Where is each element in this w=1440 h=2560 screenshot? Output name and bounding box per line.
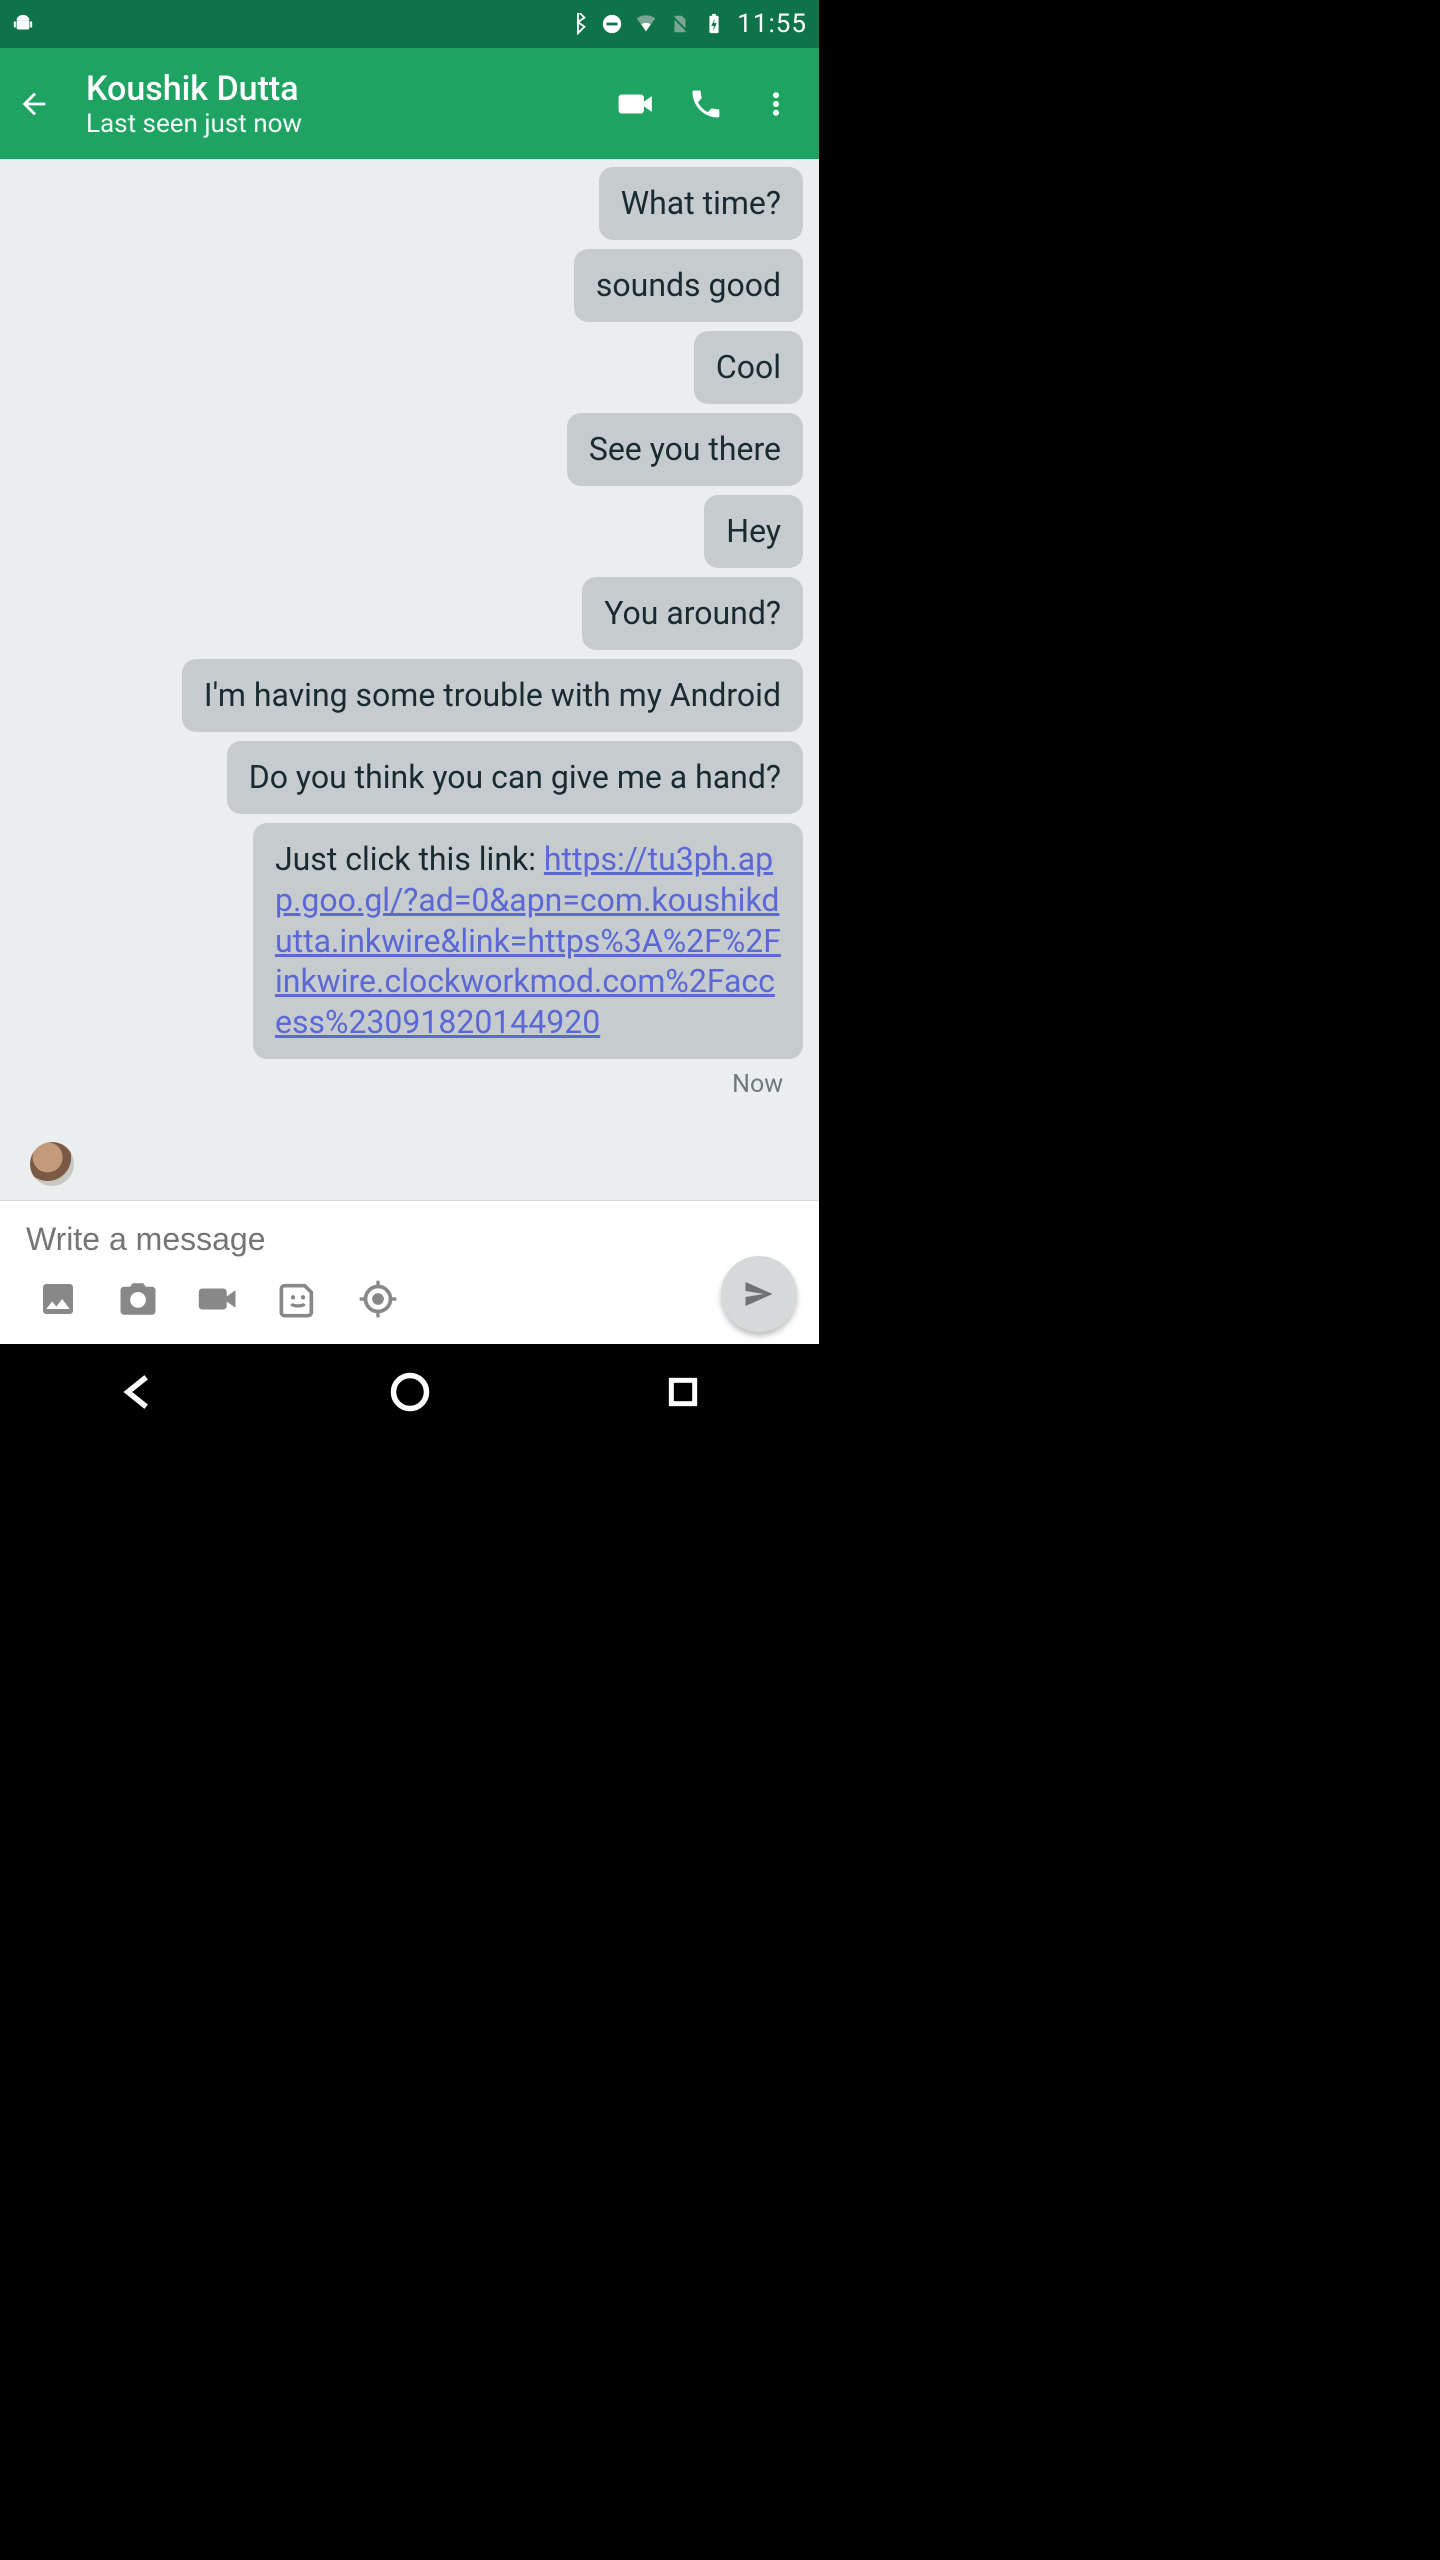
clock: 11:55	[737, 9, 807, 39]
message-input[interactable]	[26, 1221, 793, 1258]
do-not-disturb-icon	[601, 13, 623, 35]
video-attachment-button[interactable]	[178, 1272, 258, 1326]
camera-button[interactable]	[98, 1272, 178, 1326]
typing-indicator-avatar[interactable]	[30, 1142, 74, 1186]
status-bar: 11:55	[0, 0, 819, 48]
video-call-button[interactable]	[601, 74, 671, 134]
link-msg-prefix: Just click this link:	[275, 840, 544, 878]
message-bubble-outgoing[interactable]: sounds good	[574, 249, 803, 322]
nav-recents-button[interactable]	[623, 1362, 743, 1422]
compose-area	[0, 1200, 819, 1344]
message-bubble-outgoing[interactable]: Hey	[704, 495, 803, 568]
no-sim-icon	[669, 13, 691, 35]
message-bubble-outgoing[interactable]: You around?	[582, 577, 803, 650]
android-mascot-icon	[12, 13, 34, 35]
message-bubble-outgoing[interactable]: Cool	[694, 331, 803, 404]
nav-home-button[interactable]	[350, 1362, 470, 1422]
message-bubble-outgoing[interactable]: What time?	[599, 167, 803, 240]
location-button[interactable]	[338, 1272, 418, 1326]
send-button[interactable]	[721, 1256, 797, 1332]
contact-name: Koushik Dutta	[86, 69, 601, 109]
message-bubble-outgoing[interactable]: I'm having some trouble with my Android	[182, 659, 803, 732]
attach-image-button[interactable]	[18, 1272, 98, 1326]
back-button[interactable]	[10, 80, 58, 128]
more-options-button[interactable]	[741, 74, 811, 134]
voice-call-button[interactable]	[671, 74, 741, 134]
last-seen: Last seen just now	[86, 109, 601, 139]
message-bubble-outgoing[interactable]: See you there	[567, 413, 803, 486]
message-bubble-outgoing-link[interactable]: Just click this link: https://tu3ph.app.…	[253, 823, 803, 1060]
message-bubble-outgoing[interactable]: Do you think you can give me a hand?	[227, 741, 803, 814]
battery-charging-icon	[703, 13, 725, 35]
nav-back-button[interactable]	[77, 1362, 197, 1422]
timestamp: Now	[732, 1070, 783, 1099]
navigation-bar	[0, 1344, 819, 1440]
wifi-icon	[635, 13, 657, 35]
sticker-button[interactable]	[258, 1272, 338, 1326]
app-bar: Koushik Dutta Last seen just now	[0, 48, 819, 159]
conversation-area[interactable]: What time? sounds good Cool See you ther…	[0, 159, 819, 1200]
contact-header[interactable]: Koushik Dutta Last seen just now	[86, 69, 601, 139]
bluetooth-icon	[567, 13, 589, 35]
